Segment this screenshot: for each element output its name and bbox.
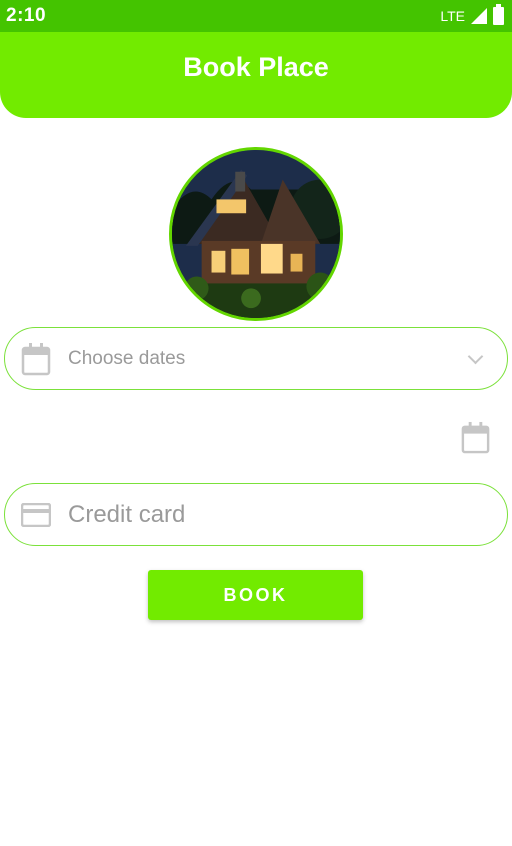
credit-card-field[interactable] (4, 483, 508, 546)
status-time: 2:10 (6, 5, 47, 26)
status-bar: 2:10 LTE (0, 0, 512, 32)
page-title: Book Place (183, 51, 329, 82)
signal-icon (471, 8, 487, 24)
property-image (169, 147, 343, 321)
credit-card-icon (21, 502, 51, 527)
network-type: LTE (440, 8, 465, 24)
status-indicators: LTE (440, 4, 504, 25)
dates-placeholder: Choose dates (68, 347, 186, 369)
dates-field[interactable]: Choose dates (4, 327, 508, 390)
credit-card-input[interactable] (68, 484, 468, 545)
calendar-icon[interactable] (460, 421, 491, 454)
house-photo (172, 150, 340, 318)
app-bar: Book Place (0, 32, 512, 118)
book-button[interactable]: BOOK (148, 570, 363, 620)
calendar-icon (21, 342, 51, 375)
chevron-down-icon[interactable] (467, 348, 484, 365)
battery-icon (493, 4, 504, 25)
